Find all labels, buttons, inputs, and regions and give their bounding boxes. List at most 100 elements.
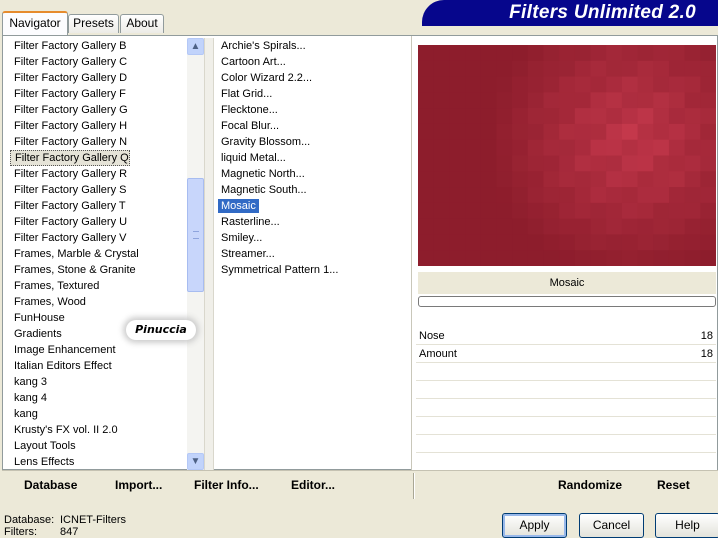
filter-item[interactable]: Smiley... bbox=[218, 230, 410, 246]
tab-about[interactable]: About bbox=[120, 14, 164, 33]
category-item[interactable]: Filter Factory Gallery N bbox=[10, 134, 187, 150]
filter-item[interactable]: Magnetic South... bbox=[218, 182, 410, 198]
mosaic-tile bbox=[668, 123, 686, 141]
category-item[interactable]: Filter Factory Gallery R bbox=[10, 166, 187, 182]
filter-label: Gravity Blossom... bbox=[221, 136, 311, 148]
filter-info-button[interactable]: Filter Info... bbox=[194, 478, 259, 492]
filter-item[interactable]: Cartoon Art... bbox=[218, 54, 410, 70]
mosaic-tile bbox=[449, 218, 466, 235]
mosaic-tile bbox=[653, 234, 670, 251]
mosaic-tile bbox=[653, 202, 670, 220]
category-item[interactable]: Filter Factory Gallery H bbox=[10, 118, 187, 134]
category-label: Image Enhancement bbox=[14, 344, 116, 356]
tab-presets[interactable]: Presets bbox=[68, 14, 119, 33]
category-item[interactable]: Frames, Stone & Granite bbox=[10, 262, 187, 278]
category-item[interactable]: Image Enhancement bbox=[10, 342, 187, 358]
mosaic-tile bbox=[496, 202, 513, 220]
mosaic-tile bbox=[668, 202, 686, 220]
category-label: Frames, Stone & Granite bbox=[14, 264, 136, 276]
category-item[interactable]: Filter Factory Gallery F bbox=[10, 86, 187, 102]
mosaic-tile bbox=[590, 155, 607, 172]
category-item[interactable]: Layout Tools bbox=[10, 438, 187, 454]
category-item[interactable]: Filter Factory Gallery Q bbox=[10, 150, 187, 166]
category-item[interactable]: Filter Factory Gallery S bbox=[10, 182, 187, 198]
help-button[interactable]: Help bbox=[655, 513, 718, 538]
mosaic-tile bbox=[621, 202, 639, 220]
param-row-nose[interactable]: Nose 18 bbox=[416, 327, 716, 345]
filter-item[interactable]: Magnetic North... bbox=[218, 166, 410, 182]
category-item[interactable]: Frames, Marble & Crystal bbox=[10, 246, 187, 262]
mosaic-tile bbox=[480, 45, 497, 62]
mosaic-tile bbox=[590, 187, 607, 204]
category-item[interactable]: kang bbox=[10, 406, 187, 422]
scroll-thumb[interactable] bbox=[187, 178, 204, 292]
mosaic-tile bbox=[668, 218, 686, 235]
filter-item[interactable]: Rasterline... bbox=[218, 214, 410, 230]
mosaic-tile bbox=[512, 234, 529, 251]
mosaic-tile bbox=[653, 92, 670, 109]
filter-item[interactable]: Focal Blur... bbox=[218, 118, 410, 134]
mosaic-tile bbox=[496, 123, 513, 141]
category-item[interactable]: Italian Editors Effect bbox=[10, 358, 187, 374]
mosaic-tile bbox=[527, 108, 544, 125]
mosaic-tile bbox=[433, 45, 450, 62]
mosaic-tile bbox=[700, 60, 716, 78]
category-item[interactable]: kang 4 bbox=[10, 390, 187, 406]
category-item[interactable]: Filter Factory Gallery U bbox=[10, 214, 187, 230]
param-row-empty bbox=[416, 381, 716, 399]
category-item[interactable]: kang 3 bbox=[10, 374, 187, 390]
mosaic-tile bbox=[559, 234, 576, 251]
category-item[interactable]: Filter Factory Gallery G bbox=[10, 102, 187, 118]
mosaic-tile bbox=[590, 76, 607, 93]
cancel-button[interactable]: Cancel bbox=[579, 513, 644, 538]
mosaic-tile bbox=[574, 60, 592, 78]
mosaic-tile bbox=[574, 76, 592, 93]
mosaic-tile bbox=[684, 155, 701, 172]
scroll-down-icon[interactable]: ▼ bbox=[187, 453, 204, 470]
mosaic-tile bbox=[449, 60, 466, 78]
category-item[interactable]: Frames, Textured bbox=[10, 278, 187, 294]
mosaic-tile bbox=[668, 108, 686, 125]
category-label: Frames, Marble & Crystal bbox=[14, 248, 139, 260]
category-item[interactable]: Krusty's FX vol. II 2.0 bbox=[10, 422, 187, 438]
category-label: Filter Factory Gallery C bbox=[14, 56, 128, 68]
filter-item[interactable]: Symmetrical Pattern 1... bbox=[218, 262, 410, 278]
filter-item[interactable]: liquid Metal... bbox=[218, 150, 410, 166]
param-row-amount[interactable]: Amount 18 bbox=[416, 345, 716, 363]
filter-item[interactable]: Flat Grid... bbox=[218, 86, 410, 102]
database-value: ICNET-Filters bbox=[60, 514, 126, 526]
category-item[interactable]: Filter Factory Gallery B bbox=[10, 38, 187, 54]
mosaic-tile bbox=[637, 187, 654, 204]
tab-navigator[interactable]: Navigator bbox=[2, 11, 68, 35]
category-item[interactable]: Filter Factory Gallery C bbox=[10, 54, 187, 70]
category-item[interactable]: Filter Factory Gallery V bbox=[10, 230, 187, 246]
filter-item[interactable]: Color Wizard 2.2... bbox=[218, 70, 410, 86]
mosaic-tile bbox=[496, 92, 513, 109]
import-button[interactable]: Import... bbox=[115, 478, 162, 492]
filter-item[interactable]: Flecktone... bbox=[218, 102, 410, 118]
database-button[interactable]: Database bbox=[24, 478, 77, 492]
mosaic-tile bbox=[527, 234, 544, 251]
filter-label: Magnetic South... bbox=[221, 184, 307, 196]
filter-item[interactable]: Archie's Spirals... bbox=[218, 38, 410, 54]
category-scrollbar[interactable]: ▲ ▼ bbox=[187, 38, 204, 470]
scroll-up-icon[interactable]: ▲ bbox=[187, 38, 204, 55]
category-list[interactable]: Filter Factory Gallery B Filter Factory G… bbox=[10, 38, 187, 470]
category-item[interactable]: Lens Effects bbox=[10, 454, 187, 470]
editor-button[interactable]: Editor... bbox=[291, 478, 335, 492]
filter-item[interactable]: Gravity Blossom... bbox=[218, 134, 410, 150]
apply-button[interactable]: Apply bbox=[502, 513, 567, 538]
mosaic-tile bbox=[543, 108, 560, 125]
category-item[interactable]: Filter Factory Gallery T bbox=[10, 198, 187, 214]
filter-item[interactable]: Mosaic bbox=[218, 198, 410, 214]
category-item[interactable]: Frames, Wood bbox=[10, 294, 187, 310]
filter-item[interactable]: Streamer... bbox=[218, 246, 410, 262]
mosaic-tile bbox=[433, 202, 450, 220]
reset-button[interactable]: Reset bbox=[657, 478, 690, 492]
randomize-button[interactable]: Randomize bbox=[558, 478, 622, 492]
category-item[interactable]: Filter Factory Gallery D bbox=[10, 70, 187, 86]
param-row-empty bbox=[416, 417, 716, 435]
mosaic-tile bbox=[496, 250, 513, 266]
mosaic-tile bbox=[590, 234, 607, 251]
filter-list[interactable]: Archie's Spirals... Cartoon Art... Color W… bbox=[218, 38, 410, 470]
